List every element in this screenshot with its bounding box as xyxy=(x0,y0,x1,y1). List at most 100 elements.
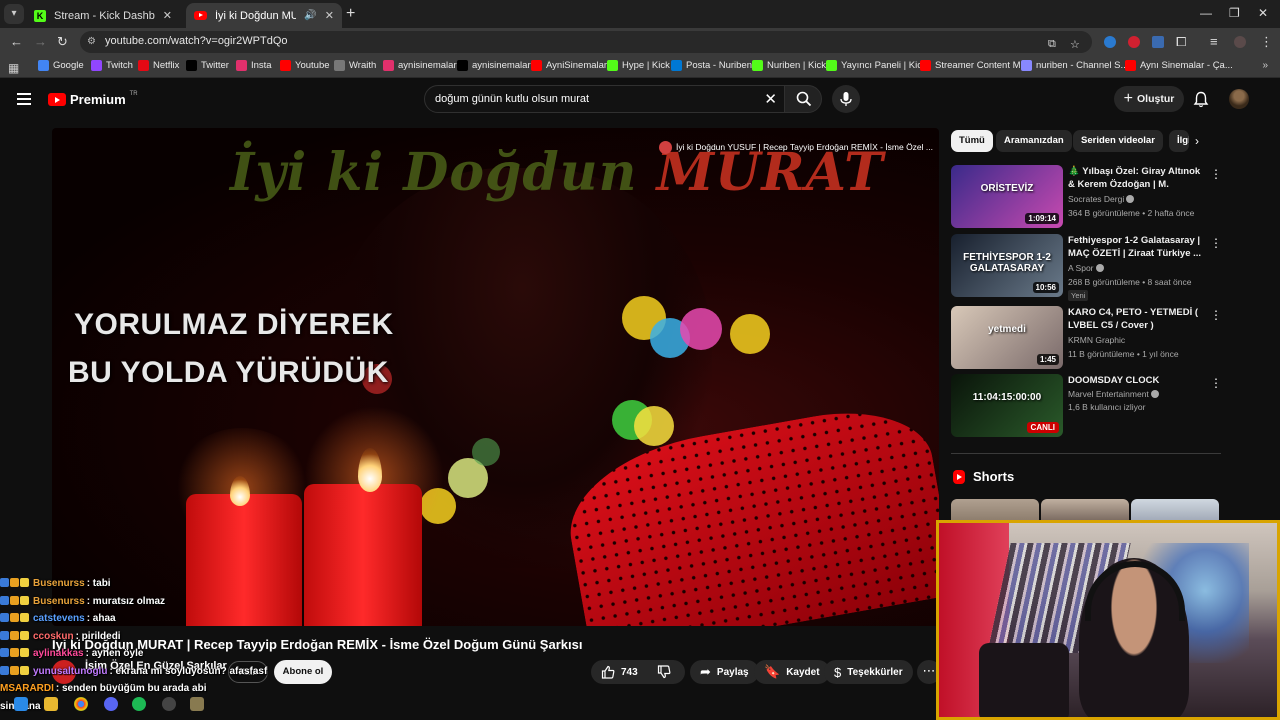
video-player[interactable]: İyi ki Doğdun MURAT YORULMAZ DİYEREK BU … xyxy=(52,128,939,626)
search-input[interactable]: doğum günün kutlu olsun murat ✕ xyxy=(424,85,786,113)
file-explorer-icon[interactable] xyxy=(44,697,58,711)
account-avatar[interactable] xyxy=(1229,89,1249,109)
recommended-video[interactable]: 11:04:15:00:00 CANLI DOOMSDAY CLOCK Marvel … xyxy=(951,374,1223,438)
shield-icon[interactable] xyxy=(1152,36,1164,48)
video-thumbnail[interactable]: FETHİYESPOR 1-2 GALATASARAY 10:56 xyxy=(951,234,1063,297)
video-thumbnail[interactable]: 11:04:15:00:00 CANLI xyxy=(951,374,1063,437)
clear-search-icon[interactable]: ✕ xyxy=(764,90,777,108)
menu-icon[interactable] xyxy=(17,93,31,105)
discord-icon[interactable] xyxy=(104,697,118,711)
create-button[interactable]: + Oluştur xyxy=(1114,86,1184,112)
browser-menu-icon[interactable]: ⋮ xyxy=(1260,34,1273,50)
voice-search-button[interactable] xyxy=(832,85,860,113)
obs-icon[interactable] xyxy=(162,697,176,711)
chat-username[interactable]: MSARARDI xyxy=(0,683,54,694)
live-badge: CANLI xyxy=(1026,422,1059,433)
apps-grid-icon[interactable]: ▦ xyxy=(8,61,19,75)
more-bookmarks-icon[interactable]: » xyxy=(1262,60,1268,71)
bookmark-item[interactable]: Hype | Kick xyxy=(607,60,670,71)
bookmark-item[interactable]: Yayıncı Paneli | Kick xyxy=(826,60,927,71)
profile-icon[interactable] xyxy=(1234,36,1246,48)
bookmark-star-icon[interactable]: ☆ xyxy=(1070,38,1080,51)
bookmark-item[interactable]: Insta xyxy=(236,60,272,71)
bookmark-item[interactable]: Streamer Content M... xyxy=(920,60,1028,71)
windows-start-icon[interactable] xyxy=(14,697,28,711)
chat-username[interactable]: catstevens xyxy=(33,613,85,624)
video-thumbnail[interactable]: yetmedi 1:45 xyxy=(951,306,1063,369)
chat-username[interactable]: aylinakkas xyxy=(33,648,84,659)
tab-youtube-video[interactable]: İyi ki Doğdun MURAT | Recep 🔊 ✕ xyxy=(186,3,342,28)
recommended-video[interactable]: ORİSTEVİZ 1:09:14 🎄 Yılbaşı Özel: Giray Al… xyxy=(951,165,1223,229)
forward-icon[interactable]: → xyxy=(34,34,47,49)
dislike-button[interactable] xyxy=(647,660,685,684)
recommended-video-title[interactable]: 🎄 Yılbaşı Özel: Giray Altınok & Kerem Öz… xyxy=(1068,165,1208,191)
close-icon[interactable]: ✕ xyxy=(325,9,334,22)
chip-all[interactable]: Tümü xyxy=(951,130,993,152)
youtube-logo[interactable]: Premium TR xyxy=(48,91,138,107)
extension-icon[interactable] xyxy=(1128,36,1140,48)
more-options-icon[interactable]: ⋮ xyxy=(1210,376,1222,390)
tab-kick-dashboard[interactable]: K Stream - Kick Dashboard ✕ xyxy=(26,3,180,28)
bookmark-item[interactable]: Nuriben | Kick xyxy=(752,60,826,71)
extension-icon[interactable] xyxy=(1104,36,1116,48)
recommended-video[interactable]: yetmedi 1:45 KARO C4, PETO - YETMEDİ ( LVB… xyxy=(951,306,1223,370)
chat-message: Busenurss: muratsız olmaz xyxy=(0,595,165,608)
install-app-icon[interactable]: ⧉ xyxy=(1048,38,1056,51)
chrome-icon[interactable] xyxy=(74,697,88,711)
chip-related[interactable]: İlgili xyxy=(1169,130,1189,152)
restore-button[interactable]: ❐ xyxy=(1229,6,1240,20)
bookmark-item[interactable]: Google xyxy=(38,60,84,71)
close-icon[interactable]: ✕ xyxy=(163,9,172,22)
bookmark-item[interactable]: Netflix xyxy=(138,60,179,71)
search-button[interactable] xyxy=(784,85,822,113)
autoplay-next-chip[interactable]: İyi ki Doğdun YUSUF | Recep Tayyip Erdoğ… xyxy=(659,138,939,156)
bookmark-item[interactable]: Twitch xyxy=(91,60,133,71)
recommended-channel-name[interactable]: Marvel Entertainment xyxy=(1068,389,1149,399)
spotify-icon[interactable] xyxy=(132,697,146,711)
app-icon[interactable] xyxy=(190,697,204,711)
more-options-icon[interactable]: ⋮ xyxy=(1210,308,1222,322)
chat-username[interactable]: ccoskun xyxy=(33,631,74,642)
extensions-puzzle-icon[interactable]: ⧠ xyxy=(1176,34,1186,50)
chat-username[interactable]: yunusaltunoglu xyxy=(33,666,107,677)
recommended-video-title[interactable]: KARO C4, PETO - YETMEDİ ( LVBEL C5 / Cov… xyxy=(1068,306,1208,332)
site-info-icon[interactable]: ⚙ xyxy=(87,36,99,48)
tab-search-button[interactable]: ▾ xyxy=(4,4,24,24)
back-icon[interactable]: ← xyxy=(10,34,23,49)
recommended-video[interactable]: FETHİYESPOR 1-2 GALATASARAY 10:56 Fethiyes… xyxy=(951,234,1223,301)
share-button[interactable]: ➦ Paylaş xyxy=(690,660,759,684)
recommended-channel-name[interactable]: A Spor xyxy=(1068,263,1094,273)
bookmark-item[interactable]: Aynı Sinemalar - Ça... xyxy=(1125,60,1233,71)
window-close-button[interactable]: ✕ xyxy=(1258,6,1268,20)
chat-username[interactable]: Busenurss xyxy=(33,596,85,607)
bookmark-item[interactable]: aynisinemalar xyxy=(383,60,457,71)
bookmark-item[interactable]: Youtube xyxy=(280,60,330,71)
speaker-icon[interactable]: 🔊 xyxy=(304,10,316,21)
reload-icon[interactable]: ↻ xyxy=(57,34,68,50)
save-button[interactable]: 🔖 Kaydet xyxy=(754,660,830,684)
bookmark-item[interactable]: AyniSinemalar xyxy=(531,60,607,71)
thanks-button[interactable]: $ Teşekkürler xyxy=(824,660,913,684)
new-tab-button[interactable]: + xyxy=(346,5,355,23)
recommended-channel-name[interactable]: Socrates Dergi xyxy=(1068,194,1124,204)
bookmark-item[interactable]: aynisinemalar xyxy=(457,60,531,71)
bookmark-item[interactable]: Twitter xyxy=(186,60,229,71)
chip-from-search[interactable]: Aramanızdan xyxy=(996,130,1072,152)
more-options-icon[interactable]: ⋮ xyxy=(1210,236,1222,250)
chat-username[interactable]: Busenurss xyxy=(33,578,85,589)
recommended-video-title[interactable]: Fethiyespor 1-2 Galatasaray | MAÇ ÖZETİ … xyxy=(1068,234,1208,260)
bookmark-item[interactable]: nuriben - Channel S... xyxy=(1021,60,1128,71)
subscribe-button[interactable]: Abone ol xyxy=(274,660,332,684)
recommended-video-title[interactable]: DOOMSDAY CLOCK xyxy=(1068,374,1208,387)
more-options-icon[interactable]: ⋮ xyxy=(1210,167,1222,181)
video-thumbnail[interactable]: ORİSTEVİZ 1:09:14 xyxy=(951,165,1063,228)
address-bar[interactable]: ⚙ youtube.com/watch?v=ogir2WPTdQo ⧉ ☆ xyxy=(80,31,1092,53)
bookmark-item[interactable]: Posta - Nuriben xyxy=(671,60,752,71)
notifications-bell-icon[interactable] xyxy=(1193,91,1209,108)
chevron-right-icon[interactable]: › xyxy=(1195,134,1199,148)
minimize-button[interactable]: — xyxy=(1200,6,1212,20)
media-control-icon[interactable]: ≡ xyxy=(1210,34,1218,49)
recommended-channel-name[interactable]: KRMN Graphic xyxy=(1068,335,1125,345)
bookmark-item[interactable]: Wraith xyxy=(334,60,376,71)
chip-series[interactable]: Seriden videolar xyxy=(1073,130,1163,152)
